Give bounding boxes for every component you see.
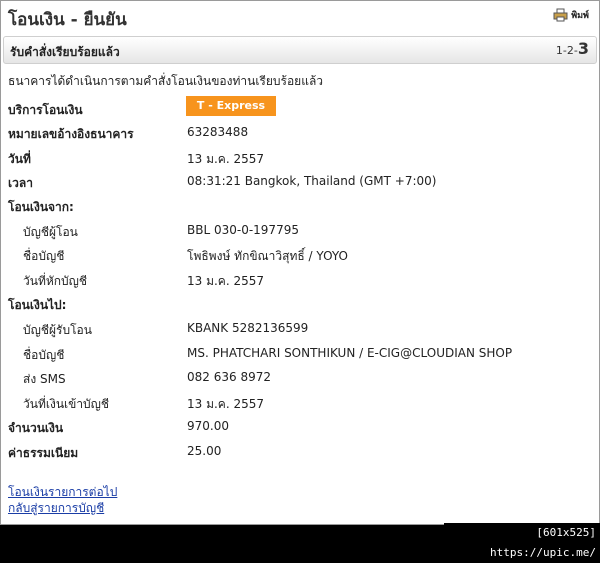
page-title: โอนเงิน - ยืนยัน <box>8 10 127 30</box>
service-badge: T - Express <box>186 96 276 116</box>
fee-row: ค่าธรรมเนียม 25.00 <box>1 442 599 462</box>
amount-value: 970.00 <box>187 419 229 433</box>
credit-date-label: วันที่เงินเข้าบัญชี <box>23 397 110 411</box>
print-button[interactable]: พิมพ์ <box>553 8 589 22</box>
page-header: โอนเงิน - ยืนยัน พิมพ์ <box>1 1 599 35</box>
reference-row: หมายเลขอ้างอิงธนาคาร 63283488 <box>1 123 599 143</box>
to-account-label: บัญชีผู้รับโอน <box>23 323 92 337</box>
from-account-value: BBL 030-0-197795 <box>187 223 299 237</box>
from-name-label: ชื่อบัญชี <box>23 249 65 263</box>
step-title: รับคำสั่งเรียบร้อยแล้ว <box>10 45 120 59</box>
success-message: ธนาคารได้ดำเนินการตามคำสั่งโอนเงินของท่า… <box>8 74 324 88</box>
fee-value: 25.00 <box>187 444 222 458</box>
printer-icon <box>553 8 568 22</box>
credit-date-value: 13 ม.ค. 2557 <box>187 397 265 411</box>
to-name-row: ชื่อบัญชี MS. PHATCHARI SONTHIKUN / E-CI… <box>1 344 599 364</box>
to-section-row: โอนเงินไป: <box>1 294 599 314</box>
debit-date-row: วันที่หักบัญชี 13 ม.ค. 2557 <box>1 270 599 290</box>
step-indicator: 1-2-3 <box>556 39 589 58</box>
date-row: วันที่ 13 ม.ค. 2557 <box>1 148 599 168</box>
back-to-accounts-link[interactable]: กลับสู่รายการบัญชี <box>8 499 104 518</box>
service-row: บริการโอนเงิน T - Express <box>1 96 599 119</box>
to-name-label: ชื่อบัญชี <box>23 348 65 362</box>
print-label: พิมพ์ <box>571 11 589 21</box>
sms-value: 082 636 8972 <box>187 370 271 384</box>
step-prefix: 1-2- <box>555 44 578 57</box>
credit-date-row: วันที่เงินเข้าบัญชี 13 ม.ค. 2557 <box>1 393 599 413</box>
to-account-row: บัญชีผู้รับโอน KBANK 5282136599 <box>1 319 599 339</box>
to-name-value: MS. PHATCHARI SONTHIKUN / E-CIG@CLOUDIAN… <box>187 346 513 360</box>
time-value: 08:31:21 Bangkok, Thailand (GMT +7:00) <box>187 174 437 188</box>
step-bar: รับคำสั่งเรียบร้อยแล้ว 1-2-3 <box>3 36 597 64</box>
date-value: 13 ม.ค. 2557 <box>187 152 265 166</box>
sms-label: ส่ง SMS <box>23 372 66 386</box>
fee-label: ค่าธรรมเนียม <box>8 446 79 460</box>
date-label: วันที่ <box>8 152 31 166</box>
from-section-row: โอนเงินจาก: <box>1 196 599 216</box>
transfer-confirmation-panel: โอนเงิน - ยืนยัน พิมพ์ รับคำสั่งเรียบร้อ… <box>0 0 600 525</box>
from-account-label: บัญชีผู้โอน <box>23 225 78 239</box>
debit-date-label: วันที่หักบัญชี <box>23 274 88 288</box>
time-row: เวลา 08:31:21 Bangkok, Thailand (GMT +7:… <box>1 172 599 192</box>
sms-row: ส่ง SMS 082 636 8972 <box>1 368 599 388</box>
to-label: โอนเงินไป: <box>8 298 67 312</box>
current-step: 3 <box>577 39 589 58</box>
reference-label: หมายเลขอ้างอิงธนาคาร <box>8 127 134 141</box>
from-name-row: ชื่อบัญชี โพธิพงษ์ ทักขิณาวิสุทธิ์ / YOY… <box>1 245 599 265</box>
amount-label: จำนวนเงิน <box>8 421 64 435</box>
to-account-value: KBANK 5282136599 <box>187 321 309 335</box>
service-label: บริการโอนเงิน <box>8 103 83 117</box>
from-name-value: โพธิพงษ์ ทักขิณาวิสุทธิ์ / YOYO <box>187 249 348 263</box>
amount-row: จำนวนเงิน 970.00 <box>1 417 599 437</box>
from-account-row: บัญชีผู้โอน BBL 030-0-197795 <box>1 221 599 241</box>
time-label: เวลา <box>8 176 33 190</box>
debit-date-value: 13 ม.ค. 2557 <box>187 274 265 288</box>
from-label: โอนเงินจาก: <box>8 200 74 214</box>
image-host-watermark: [601x525] https://upic.me/ <box>444 523 600 559</box>
reference-value: 63283488 <box>187 125 249 139</box>
